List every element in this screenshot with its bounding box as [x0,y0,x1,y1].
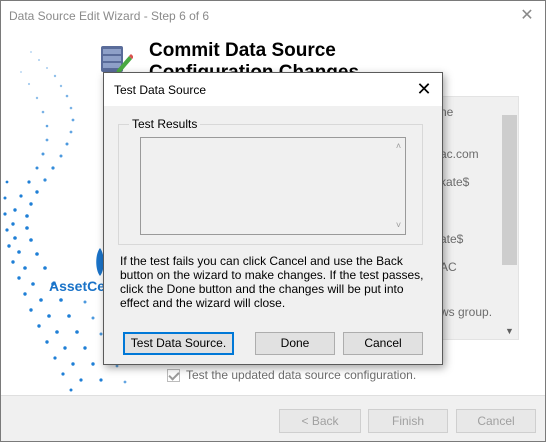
test-config-checkbox[interactable] [167,368,180,382]
scroll-down-icon[interactable]: ▼ [503,325,516,337]
dialog-close-icon[interactable]: ✕ [414,79,434,99]
summary-line: ac.com [440,147,479,161]
test-config-checkbox-label: Test the updated data source configurati… [186,368,417,382]
dialog-title-bar: Test Data Source ✕ [104,73,442,106]
summary-line: ate$ [440,232,464,246]
summary-scroll-thumb[interactable] [502,115,517,265]
done-button[interactable]: Done [255,332,335,355]
test-data-source-button[interactable]: Test Data Source. [123,332,234,355]
logo-text: AssetCe [49,278,106,294]
summary-line: ws group. [440,305,493,319]
summary-line: kate$ [440,175,470,189]
test-config-checkbox-row[interactable]: Test the updated data source configurati… [167,368,416,382]
test-results-label: Test Results [129,117,201,131]
dialog-message: If the test fails you can click Cancel a… [120,254,424,310]
summary-scrollbar[interactable]: ▼ [501,97,518,339]
scroll-up-icon[interactable]: ˄ [393,141,404,152]
test-results-group: Test Results ˄ ˅ [118,117,423,245]
finish-button[interactable]: Finish [368,409,448,433]
test-data-source-dialog: Test Data Source ✕ Test Results ˄ ˅ If t… [103,72,443,365]
results-scrollbar[interactable]: ˄ ˅ [390,138,407,234]
back-button[interactable]: < Back [279,409,361,433]
wizard-title: Data Source Edit Wizard - Step 6 of 6 [9,9,210,23]
database-edit-icon [101,46,133,74]
wizard-cancel-button[interactable]: Cancel [456,409,536,433]
wizard-footer-divider [1,395,545,396]
dialog-title: Test Data Source [114,83,207,97]
wizard-close-icon[interactable]: ✕ [515,5,539,27]
wizard-title-bar: Data Source Edit Wizard - Step 6 of 6 ✕ [1,1,545,32]
test-results-textbox[interactable] [140,137,406,235]
dialog-cancel-button[interactable]: Cancel [343,332,423,355]
scroll-down-icon[interactable]: ˅ [393,220,404,231]
